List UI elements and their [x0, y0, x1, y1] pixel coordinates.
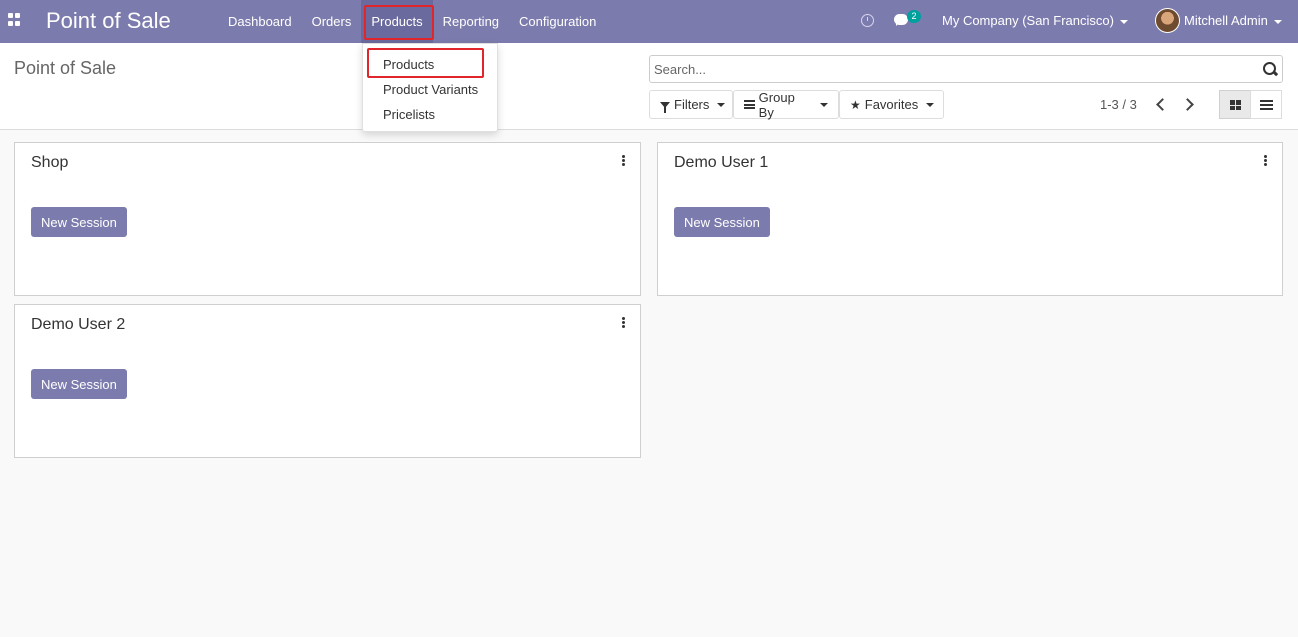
control-panel: Point of Sale Filters Group By ★ Favorit… [0, 43, 1298, 130]
pos-card-demo-user-2: Demo User 2 New Session [14, 304, 641, 458]
pos-card-shop: Shop New Session [14, 142, 641, 296]
dropdown-item-pricelists[interactable]: Pricelists [383, 107, 435, 122]
chevron-down-icon [717, 102, 726, 107]
search-icon[interactable] [1263, 62, 1276, 75]
messages-chat-icon[interactable] [894, 14, 908, 26]
list-icon [1260, 100, 1273, 110]
kebab-menu-icon[interactable] [622, 317, 625, 328]
dropdown-item-product-variants[interactable]: Product Variants [383, 82, 478, 97]
favorites-button[interactable]: ★ Favorites [839, 90, 944, 119]
user-name: Mitchell Admin [1184, 13, 1268, 28]
filter-icon [660, 101, 670, 113]
company-switcher[interactable]: My Company (San Francisco) [942, 13, 1128, 28]
card-title[interactable]: Shop [31, 154, 68, 172]
breadcrumb: Point of Sale [14, 58, 117, 78]
favorites-label: Favorites [864, 97, 919, 112]
pager-value[interactable]: 1-3 / 3 [1100, 97, 1137, 112]
search-box [649, 55, 1283, 83]
app-title[interactable]: Point of Sale [46, 8, 171, 34]
company-name: My Company (San Francisco) [942, 13, 1114, 28]
list-view-button[interactable] [1250, 90, 1282, 119]
menu-configuration[interactable]: Configuration [509, 0, 606, 43]
top-navbar: Point of Sale Dashboard Orders Products … [0, 0, 1298, 43]
groupby-label: Group By [758, 89, 795, 120]
chevron-down-icon [820, 102, 828, 107]
pos-card-demo-user-1: Demo User 1 New Session [657, 142, 1283, 296]
card-title[interactable]: Demo User 2 [31, 316, 125, 334]
main-menu: Dashboard Orders Products Reporting Conf… [218, 0, 606, 43]
search-input[interactable] [654, 56, 1244, 82]
avatar[interactable] [1155, 8, 1180, 33]
menu-products[interactable]: Products [361, 0, 433, 43]
star-icon: ★ [850, 97, 861, 112]
chevron-down-icon [1273, 19, 1282, 24]
groupby-button[interactable]: Group By [733, 89, 839, 120]
user-menu[interactable]: Mitchell Admin [1184, 13, 1282, 28]
activity-clock-icon[interactable] [861, 14, 874, 27]
chevron-down-icon [1119, 19, 1128, 24]
apps-menu-icon[interactable] [8, 13, 22, 27]
bars-icon [744, 100, 755, 109]
filters-button[interactable]: Filters [649, 90, 733, 119]
chevron-down-icon [926, 102, 935, 107]
kanban-view-button[interactable] [1219, 90, 1251, 119]
products-dropdown: Products Product Variants Pricelists [362, 43, 498, 132]
menu-orders[interactable]: Orders [302, 0, 362, 43]
menu-dashboard[interactable]: Dashboard [218, 0, 302, 43]
card-title[interactable]: Demo User 1 [674, 154, 768, 172]
filters-label: Filters [674, 97, 710, 112]
chevron-right-icon[interactable] [1182, 96, 1196, 112]
menu-reporting[interactable]: Reporting [433, 0, 509, 43]
new-session-button[interactable]: New Session [31, 369, 127, 399]
dropdown-item-products[interactable]: Products [383, 57, 434, 72]
kanban-icon [1230, 100, 1241, 110]
messages-badge: 2 [907, 10, 921, 23]
kebab-menu-icon[interactable] [1264, 155, 1267, 166]
new-session-button[interactable]: New Session [674, 207, 770, 237]
kebab-menu-icon[interactable] [622, 155, 625, 166]
chevron-left-icon[interactable] [1154, 96, 1168, 112]
new-session-button[interactable]: New Session [31, 207, 127, 237]
